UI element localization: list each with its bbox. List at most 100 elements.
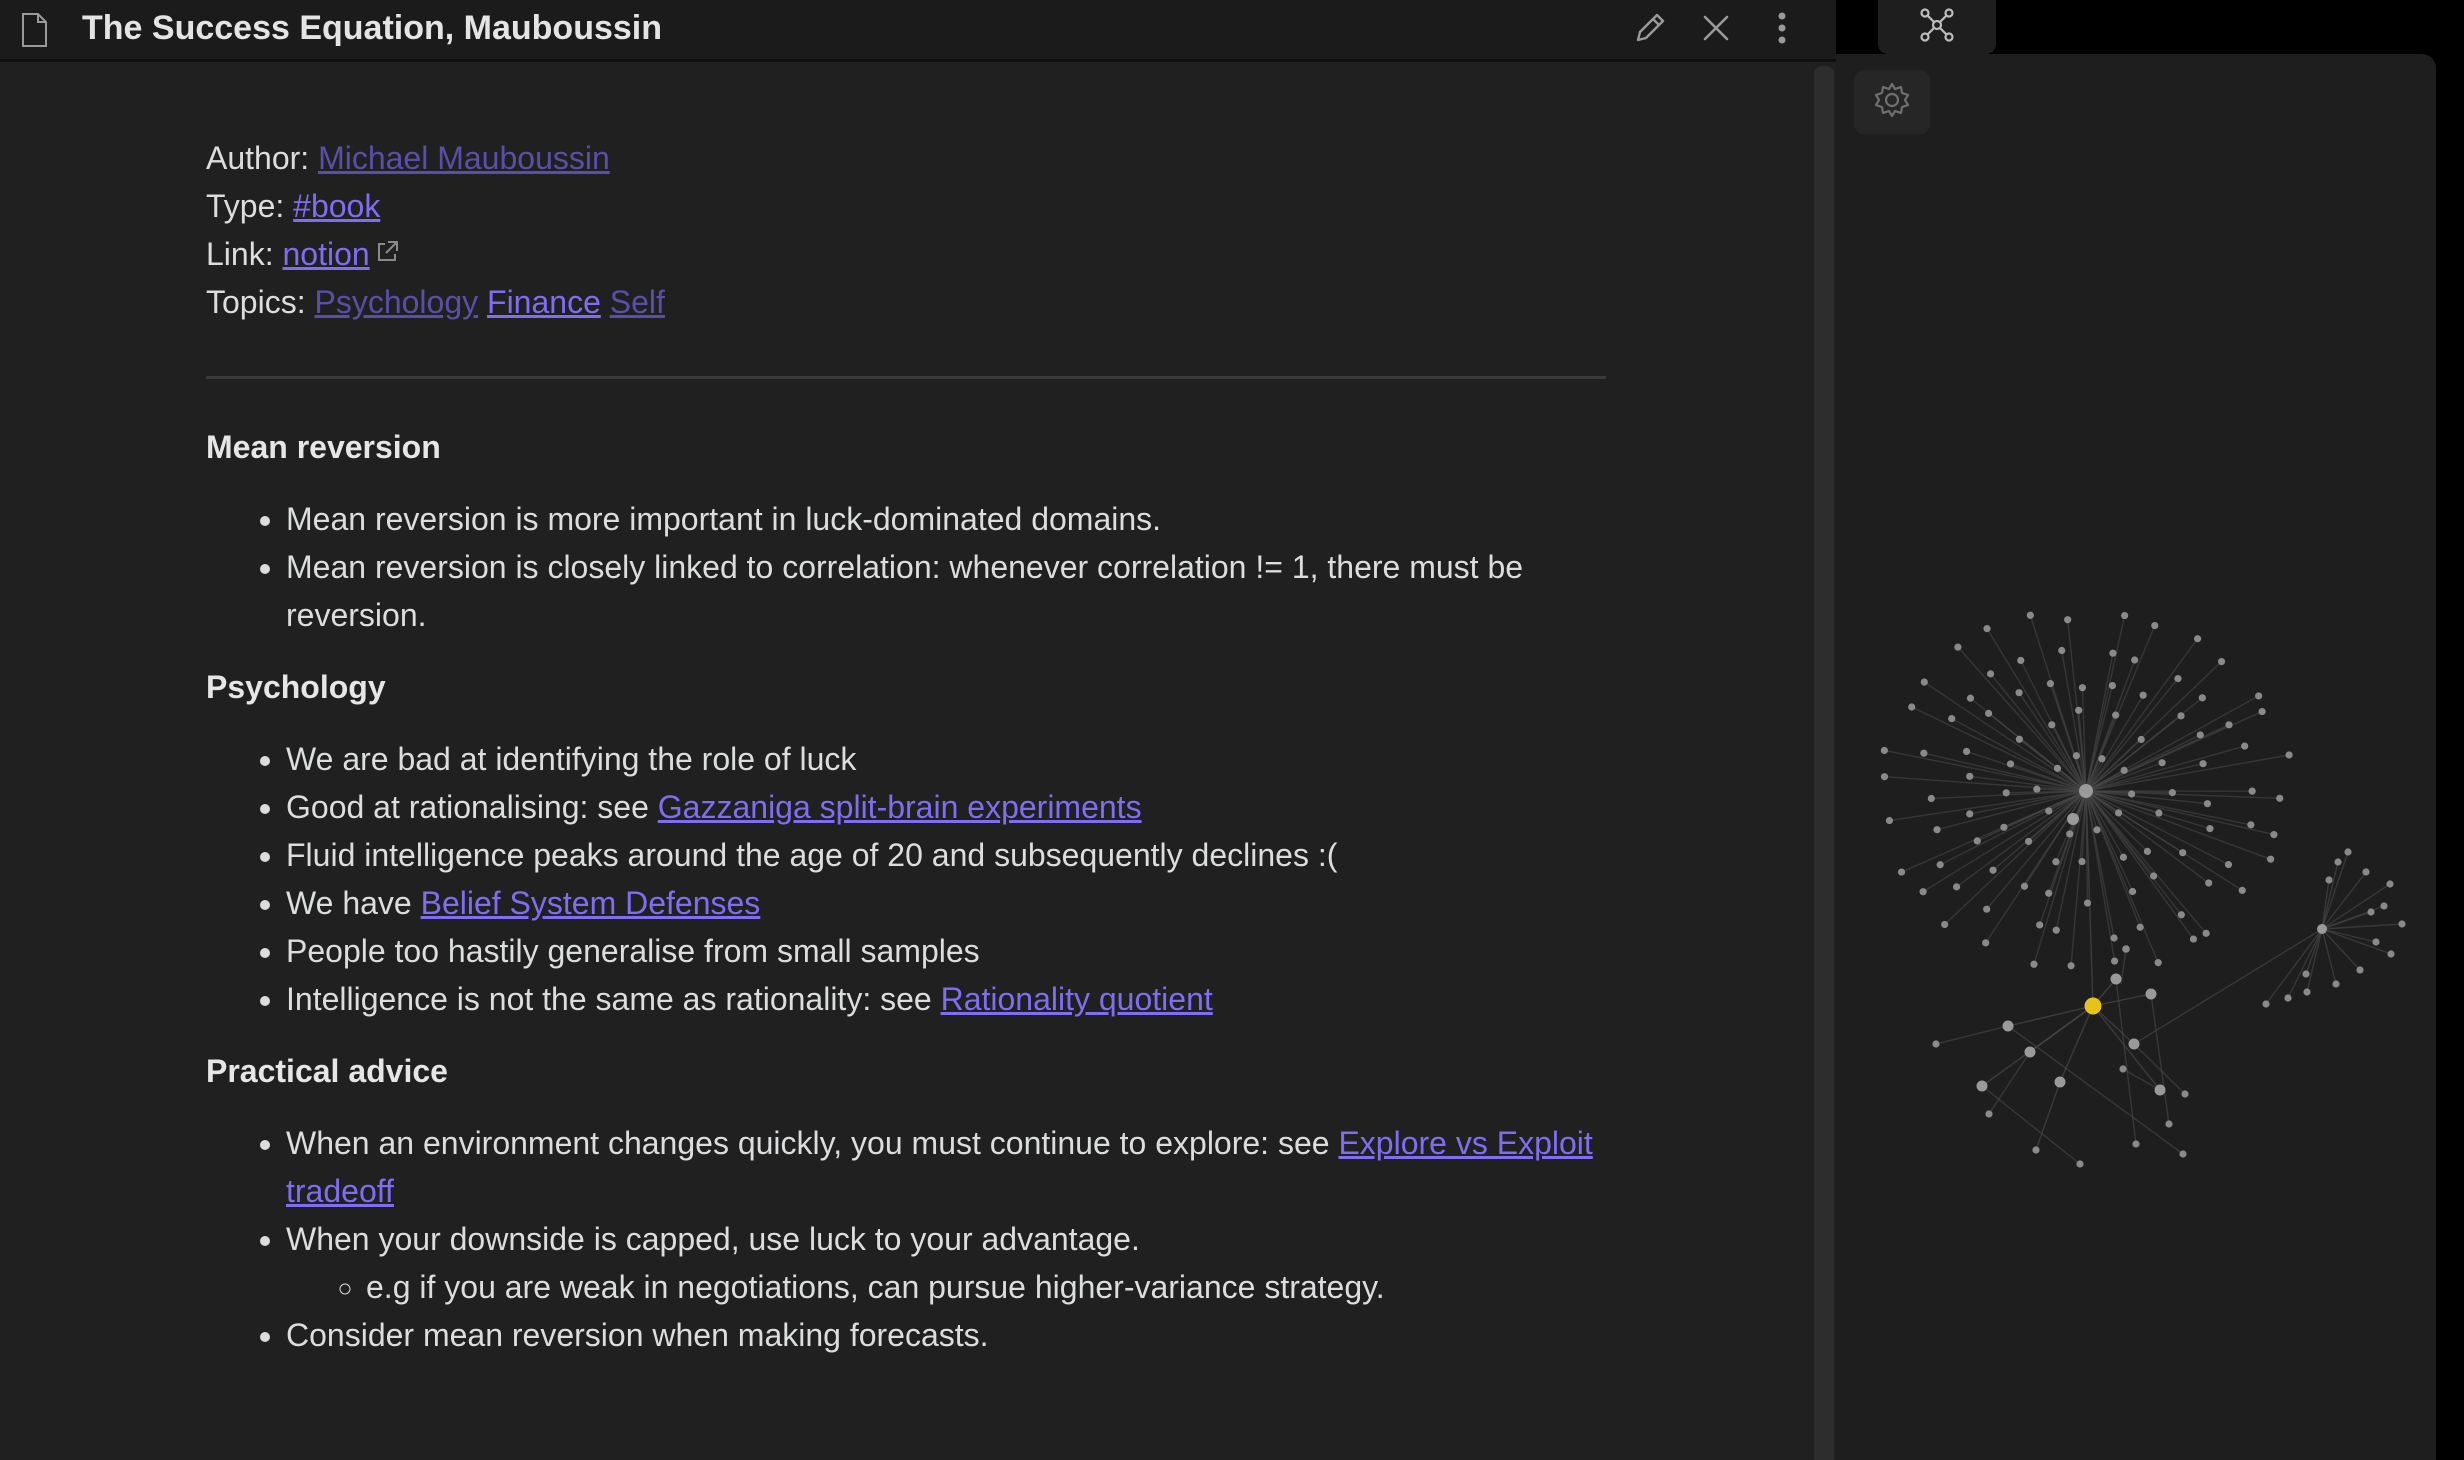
- link-gazzaniga[interactable]: Gazzaniga split-brain experiments: [658, 789, 1142, 825]
- graph-node[interactable]: [1897, 868, 1906, 876]
- graph-node[interactable]: [1880, 773, 1889, 781]
- graph-node[interactable]: [2217, 657, 2226, 666]
- graph-node[interactable]: [1933, 826, 1941, 834]
- graph-node[interactable]: [2109, 649, 2117, 657]
- graph-node[interactable]: [1985, 709, 1993, 717]
- graph-node[interactable]: [2258, 707, 2266, 716]
- author-link[interactable]: Michael Mauboussin: [318, 140, 610, 176]
- scrollbar[interactable]: [1814, 66, 1834, 1460]
- graph-node[interactable]: [1936, 861, 1944, 869]
- graph-node[interactable]: [2078, 684, 2087, 692]
- graph-node[interactable]: [2206, 825, 2214, 833]
- graph-node[interactable]: [2248, 787, 2256, 795]
- graph-node[interactable]: [2344, 848, 2352, 856]
- graph-node[interactable]: [2151, 621, 2159, 630]
- graph-node[interactable]: [2150, 872, 2158, 880]
- graph-node[interactable]: [2072, 752, 2080, 760]
- graph-node[interactable]: [2317, 924, 2327, 934]
- graph-node[interactable]: [2270, 831, 2278, 839]
- graph-node[interactable]: [2015, 689, 2023, 697]
- external-link-notion[interactable]: notion: [282, 236, 369, 272]
- graph-node[interactable]: [2325, 876, 2333, 884]
- graph-node[interactable]: [2002, 1020, 2014, 1032]
- graph-node[interactable]: [2165, 1120, 2173, 1128]
- graph-node[interactable]: [2194, 635, 2202, 643]
- graph-node[interactable]: [2303, 988, 2311, 996]
- graph-node[interactable]: [2122, 945, 2130, 953]
- graph-node[interactable]: [1941, 920, 1949, 929]
- graph-node[interactable]: [1966, 772, 1974, 780]
- graph-node[interactable]: [2132, 1140, 2140, 1148]
- graph-node[interactable]: [2241, 742, 2249, 750]
- tag-link-book[interactable]: #book: [293, 188, 380, 224]
- graph-node[interactable]: [2285, 751, 2293, 759]
- graph-node[interactable]: [2203, 800, 2212, 808]
- graph-node[interactable]: [2262, 1000, 2270, 1008]
- graph-node[interactable]: [2158, 759, 2166, 767]
- graph-node[interactable]: [2002, 789, 2010, 797]
- graph-node[interactable]: [1962, 747, 1971, 756]
- graph-node[interactable]: [1966, 810, 1974, 818]
- graph-node[interactable]: [1920, 678, 1928, 686]
- graph-node[interactable]: [1973, 837, 1981, 845]
- graph-node[interactable]: [2026, 611, 2034, 619]
- graph-node[interactable]: [1885, 816, 1894, 825]
- graph-node[interactable]: [1908, 703, 1916, 711]
- close-button[interactable]: [1696, 10, 1736, 50]
- graph-node[interactable]: [2006, 760, 2015, 768]
- graph-node[interactable]: [2024, 837, 2033, 846]
- note-title[interactable]: The Success Equation, Mauboussin: [82, 8, 662, 48]
- graph-node[interactable]: [2181, 1090, 2189, 1098]
- graph-node[interactable]: [2128, 790, 2136, 798]
- graph-node[interactable]: [2020, 882, 2029, 890]
- graph-node[interactable]: [2128, 887, 2137, 896]
- graph-node[interactable]: [2255, 692, 2263, 700]
- graph-node[interactable]: [2154, 1084, 2166, 1096]
- graph-node[interactable]: [2052, 926, 2060, 934]
- graph-node[interactable]: [2017, 656, 2025, 665]
- graph-node[interactable]: [2177, 911, 2185, 919]
- graph-node[interactable]: [2179, 1150, 2187, 1158]
- graph-node[interactable]: [2036, 921, 2044, 929]
- graph-node[interactable]: [2079, 784, 2093, 798]
- graph-node[interactable]: [2112, 711, 2120, 719]
- graph-node[interactable]: [2045, 889, 2053, 897]
- graph-node[interactable]: [2046, 680, 2055, 688]
- graph-node[interactable]: [2205, 879, 2213, 887]
- graph-node[interactable]: [2137, 735, 2145, 744]
- graph-node[interactable]: [2386, 880, 2394, 888]
- graph-node[interactable]: [2247, 821, 2255, 829]
- topic-link-finance[interactable]: Finance: [487, 284, 601, 320]
- graph-node[interactable]: [2179, 849, 2187, 857]
- graph-node[interactable]: [2168, 789, 2176, 797]
- graph-node[interactable]: [2238, 886, 2246, 894]
- graph-node[interactable]: [2078, 857, 2086, 866]
- graph-node[interactable]: [2110, 957, 2119, 965]
- graph-node[interactable]: [2114, 809, 2123, 817]
- graph-node[interactable]: [1927, 794, 1935, 803]
- graph-node[interactable]: [2189, 935, 2198, 943]
- graph-node[interactable]: [2372, 938, 2380, 946]
- graph-node[interactable]: [2048, 721, 2056, 729]
- graph-node[interactable]: [2119, 853, 2128, 861]
- graph-node[interactable]: [2075, 706, 2083, 714]
- graph-node[interactable]: [2083, 899, 2092, 907]
- graph-node[interactable]: [1982, 939, 1990, 947]
- graph-node[interactable]: [1985, 1110, 1993, 1118]
- graph-node[interactable]: [2110, 934, 2118, 942]
- graph-node[interactable]: [2015, 735, 2023, 743]
- graph-node[interactable]: [2119, 1065, 2127, 1073]
- graph-node[interactable]: [2064, 616, 2072, 624]
- graph-node[interactable]: [2362, 868, 2370, 876]
- graph-node[interactable]: [2058, 646, 2066, 655]
- edit-button[interactable]: [1630, 10, 1670, 50]
- graph-node[interactable]: [2067, 813, 2079, 825]
- graph-node[interactable]: [2120, 766, 2128, 774]
- graph-node[interactable]: [2067, 962, 2075, 970]
- more-options-button[interactable]: [1762, 10, 1802, 50]
- topic-link-psychology[interactable]: Psychology: [314, 284, 478, 320]
- graph-node[interactable]: [2024, 1046, 2036, 1058]
- graph-node[interactable]: [2367, 908, 2375, 916]
- graph-node[interactable]: [1920, 749, 1928, 757]
- graph-view[interactable]: [1836, 54, 2436, 1460]
